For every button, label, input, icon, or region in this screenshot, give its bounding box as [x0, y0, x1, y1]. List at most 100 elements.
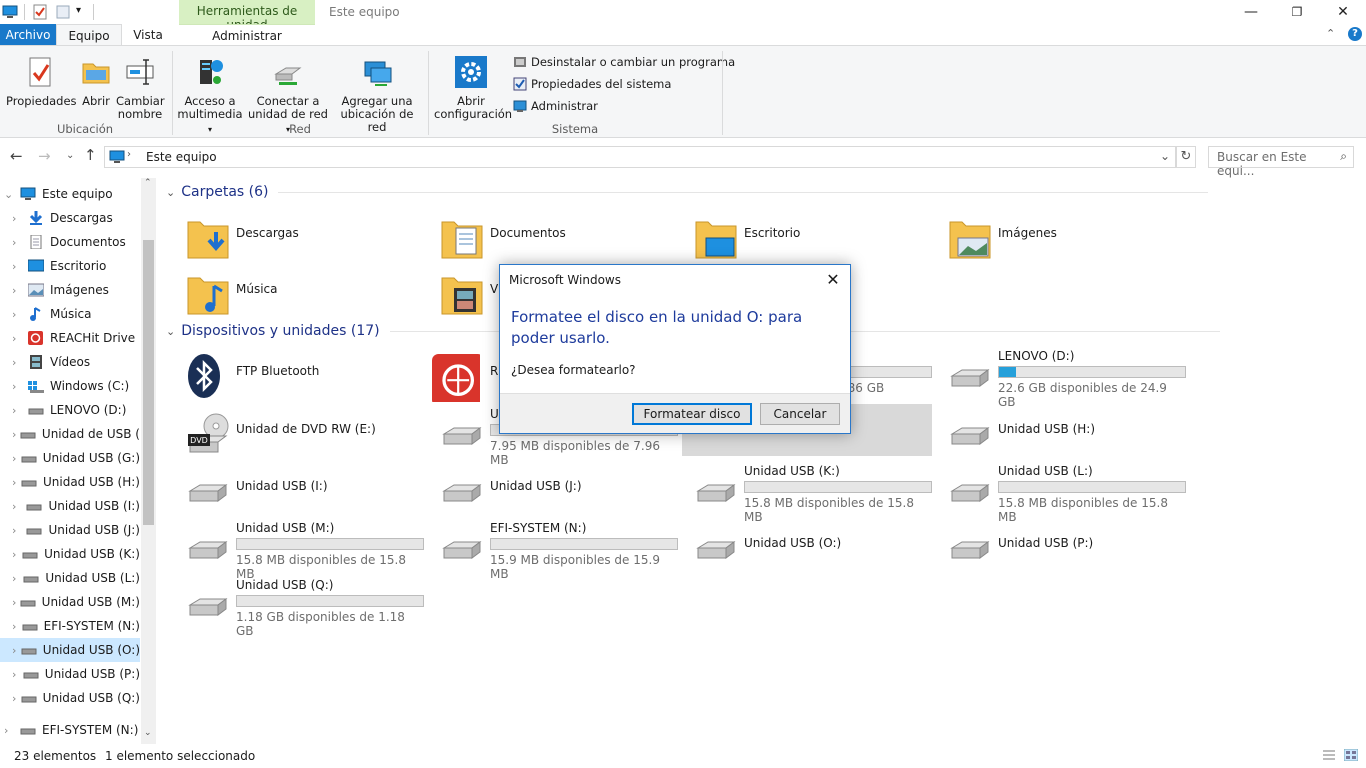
administrar-button[interactable]: Administrar: [513, 97, 598, 115]
propiedades-button[interactable]: Propiedades: [6, 56, 77, 108]
sidebar-item-windows-c[interactable]: › Windows (C:): [0, 374, 140, 398]
device-usb-o[interactable]: Unidad USB (O:): [674, 518, 924, 574]
folders-section-header[interactable]: ⌄ Carpetas (6): [166, 184, 1356, 200]
sidebar-item-reachit-drive[interactable]: › REACHit Drive: [0, 326, 140, 350]
device-usb-i[interactable]: Unidad USB (I:): [166, 461, 416, 517]
device-usb-m[interactable]: Unidad USB (M:) 15.8 MB disponibles de 1…: [166, 518, 424, 581]
chevron-right-icon[interactable]: ›: [12, 332, 28, 345]
sidebar-item-usb-g[interactable]: › Unidad USB (G:): [0, 446, 140, 470]
format-disk-button[interactable]: Formatear disco: [632, 403, 752, 425]
chevron-right-icon[interactable]: ›: [12, 500, 26, 513]
chevron-right-icon[interactable]: ›: [12, 692, 21, 705]
sidebar-item-usb-k[interactable]: › Unidad USB (K:): [0, 542, 140, 566]
scroll-down-icon[interactable]: ⌄: [144, 728, 152, 738]
sidebar-item-usb-m[interactable]: › Unidad USB (M:): [0, 590, 140, 614]
chevron-right-icon[interactable]: ›: [4, 724, 20, 737]
sidebar-item-usb-j[interactable]: › Unidad USB (J:): [0, 518, 140, 542]
search-icon[interactable]: ⌕: [1340, 149, 1347, 164]
folder-musica[interactable]: Música: [166, 264, 416, 320]
chevron-right-icon[interactable]: ›: [12, 284, 28, 297]
sidebar-item-unidad-usb-f[interactable]: › Unidad de USB (: [0, 422, 140, 446]
new-folder-qat-icon[interactable]: [56, 5, 70, 19]
tab-equipo[interactable]: Equipo: [56, 24, 122, 46]
chevron-right-icon[interactable]: ›: [12, 644, 21, 657]
sidebar-item-lenovo-d[interactable]: › LENOVO (D:): [0, 398, 140, 422]
sidebar-item-musica[interactable]: › Música: [0, 302, 140, 326]
sidebar-item-documentos[interactable]: › Documentos: [0, 230, 140, 254]
sidebar-item-efi-system-n[interactable]: › EFI-SYSTEM (N:): [0, 614, 140, 638]
breadcrumb-este-equipo[interactable]: Este equipo: [146, 150, 217, 164]
sidebar-item-descargas[interactable]: › Descargas: [0, 206, 140, 230]
chevron-right-icon[interactable]: ›: [12, 428, 20, 441]
device-usb-q[interactable]: Unidad USB (Q:) 1.18 GB disponibles de 1…: [166, 575, 424, 638]
folder-imagenes[interactable]: Imágenes: [928, 208, 1178, 264]
sidebar-item-usb-l[interactable]: › Unidad USB (L:): [0, 566, 140, 590]
chevron-right-icon[interactable]: ›: [12, 620, 22, 633]
recent-dropdown-icon[interactable]: ⌄: [66, 150, 74, 161]
chevron-right-icon[interactable]: ›: [12, 524, 26, 537]
desinstalar-programa-button[interactable]: Desinstalar o cambiar un programa: [513, 53, 735, 71]
scroll-up-icon[interactable]: ⌃: [144, 178, 152, 188]
sidebar-item-usb-p[interactable]: › Unidad USB (P:): [0, 662, 140, 686]
help-icon[interactable]: ?: [1348, 27, 1362, 41]
device-usb-p[interactable]: Unidad USB (P:): [928, 518, 1178, 574]
device-lenovo-d[interactable]: LENOVO (D:) 22.6 GB disponibles de 24.9 …: [928, 346, 1186, 409]
sidebar-item-este-equipo[interactable]: ⌄ Este equipo: [0, 182, 140, 206]
back-arrow-icon[interactable]: ←: [10, 147, 23, 165]
device-usb-k[interactable]: Unidad USB (K:) 15.8 MB disponibles de 1…: [674, 461, 932, 524]
minimize-button[interactable]: —: [1228, 0, 1274, 24]
propiedades-sistema-button[interactable]: Propiedades del sistema: [513, 75, 671, 93]
cancel-button[interactable]: Cancelar: [760, 403, 840, 425]
chevron-right-icon[interactable]: ›: [12, 476, 21, 489]
folder-descargas[interactable]: Descargas: [166, 208, 416, 264]
details-view-icon[interactable]: [1322, 749, 1336, 761]
sidebar-item-usb-q[interactable]: › Unidad USB (Q:): [0, 686, 140, 710]
nav-scrollbar-thumb[interactable]: [143, 240, 154, 525]
restore-button[interactable]: ❐: [1274, 0, 1320, 24]
chevron-right-icon[interactable]: ›: [12, 404, 28, 417]
chevron-right-icon[interactable]: ›: [12, 596, 20, 609]
refresh-button[interactable]: ↻: [1176, 146, 1196, 168]
sidebar-item-efi-system-root[interactable]: › EFI-SYSTEM (N:): [0, 718, 140, 742]
cambiar-nombre-button[interactable]: Cambiar nombre: [116, 56, 165, 121]
abrir-button[interactable]: Abrir: [78, 56, 114, 108]
forward-arrow-icon[interactable]: →: [38, 147, 51, 165]
tiles-view-icon[interactable]: [1344, 749, 1358, 761]
chevron-right-icon[interactable]: ›: [12, 260, 28, 273]
chevron-right-icon[interactable]: ›: [12, 236, 28, 249]
close-button[interactable]: ✕: [1320, 0, 1366, 24]
device-usb-j[interactable]: Unidad USB (J:): [420, 461, 670, 517]
collapse-ribbon-icon[interactable]: ⌃: [1326, 27, 1335, 40]
chevron-right-icon[interactable]: ›: [12, 212, 28, 225]
chevron-right-icon[interactable]: ›: [12, 308, 28, 321]
chevron-right-icon[interactable]: ›: [12, 668, 23, 681]
sidebar-item-videos[interactable]: › Vídeos: [0, 350, 140, 374]
chevron-right-icon[interactable]: ›: [12, 380, 28, 393]
device-dvd-e[interactable]: DVD Unidad de DVD RW (E:): [166, 404, 416, 460]
qat-dropdown-icon[interactable]: ▾: [76, 5, 81, 16]
chevron-right-icon[interactable]: ›: [12, 452, 21, 465]
up-arrow-icon[interactable]: ↑: [84, 146, 97, 164]
dialog-close-button[interactable]: ✕: [822, 269, 844, 291]
chevron-right-icon[interactable]: ›: [12, 356, 28, 369]
tab-administrar[interactable]: Administrar: [179, 24, 315, 46]
computer-icon[interactable]: [2, 5, 18, 19]
tab-archivo[interactable]: Archivo: [0, 24, 56, 46]
chevron-right-icon[interactable]: ›: [12, 548, 22, 561]
breadcrumb-chevron-icon[interactable]: ›: [127, 149, 131, 160]
properties-qat-icon[interactable]: [33, 4, 47, 20]
search-input[interactable]: Buscar en Este equi... ⌕: [1208, 146, 1354, 178]
sidebar-item-usb-h[interactable]: › Unidad USB (H:): [0, 470, 140, 494]
tab-vista[interactable]: Vista: [122, 24, 174, 46]
folder-escritorio[interactable]: Escritorio: [674, 208, 924, 264]
chevron-down-icon[interactable]: ⌄: [4, 188, 20, 201]
device-ftp-bluetooth[interactable]: FTP Bluetooth: [166, 346, 416, 402]
sidebar-item-usb-o[interactable]: › Unidad USB (O:): [0, 638, 140, 662]
chevron-right-icon[interactable]: ›: [12, 572, 23, 585]
abrir-configuracion-button[interactable]: Abrir configuración: [434, 56, 512, 121]
sidebar-item-escritorio[interactable]: › Escritorio: [0, 254, 140, 278]
device-usb-h[interactable]: Unidad USB (H:): [928, 404, 1178, 460]
address-dropdown-icon[interactable]: ⌄: [1160, 149, 1170, 163]
address-bar[interactable]: › Este equipo ⌄: [104, 146, 1176, 168]
folder-documentos[interactable]: Documentos: [420, 208, 670, 264]
